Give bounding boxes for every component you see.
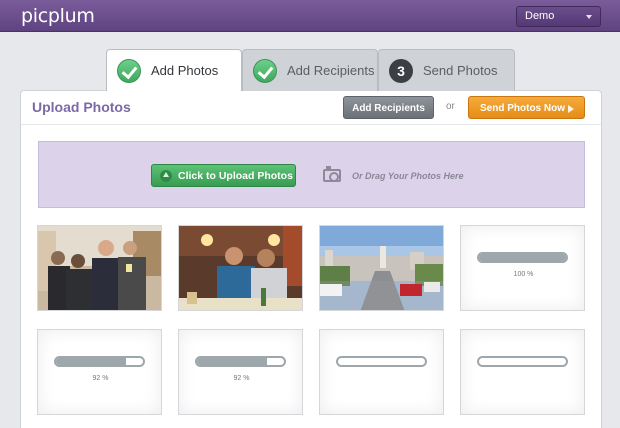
top-bar: picplum Demo	[0, 0, 620, 32]
drag-hint: Or Drag Your Photos Here	[352, 171, 464, 181]
upload-button-label: Click to Upload Photos	[178, 170, 293, 182]
photo-thumbnail[interactable]	[37, 225, 162, 311]
upload-progress-bar	[54, 356, 145, 367]
photo-upload-placeholder: 92 %	[178, 329, 303, 415]
send-button-label: Send Photos Now	[480, 103, 565, 114]
tab-send-photos[interactable]: 3 Send Photos	[378, 49, 515, 91]
check-icon	[253, 58, 277, 83]
upload-progress-text: 100 %	[513, 271, 534, 278]
tab-label: Add Photos	[151, 63, 219, 78]
divider	[21, 124, 601, 125]
tab-add-photos[interactable]: Add Photos	[106, 49, 242, 91]
photo-thumbnail[interactable]	[319, 225, 444, 311]
upload-progress-bar	[477, 252, 568, 263]
user-menu-label: Demo	[525, 10, 555, 22]
play-arrow-icon	[568, 105, 574, 113]
add-recipients-button[interactable]: Add Recipients	[343, 96, 434, 119]
group-photo-image	[38, 226, 161, 310]
chevron-down-icon	[586, 15, 592, 19]
photo-upload-placeholder	[319, 329, 444, 415]
photo-upload-placeholder	[460, 329, 585, 415]
street-photo-image	[320, 226, 443, 310]
upload-photos-button[interactable]: Click to Upload Photos	[151, 164, 296, 187]
page-title: Upload Photos	[32, 99, 131, 115]
upload-progress-bar	[477, 356, 568, 367]
upload-progress-bar	[336, 356, 427, 367]
camera-icon	[323, 166, 341, 182]
check-icon	[117, 58, 141, 83]
user-menu[interactable]: Demo	[516, 6, 601, 27]
upload-panel: Upload Photos Add Recipients or Send Pho…	[20, 90, 602, 428]
photo-drop-zone[interactable]: Click to Upload Photos Or Drag Your Phot…	[38, 141, 585, 208]
upload-progress-bar	[195, 356, 286, 367]
upload-progress-text: 92 %	[92, 375, 109, 382]
photo-upload-placeholder: 100 %	[460, 225, 585, 311]
photo-thumbnail[interactable]	[178, 225, 303, 311]
or-separator: or	[446, 101, 455, 112]
upload-arrow-icon	[160, 170, 172, 182]
restaurant-photo-image	[179, 226, 302, 310]
photo-upload-placeholder: 92 %	[37, 329, 162, 415]
send-photos-now-button[interactable]: Send Photos Now	[468, 96, 585, 119]
step-number-badge: 3	[389, 58, 413, 83]
tab-label: Send Photos	[423, 63, 498, 78]
app-logo[interactable]: picplum	[21, 5, 95, 27]
tab-label: Add Recipients	[287, 63, 375, 78]
tab-add-recipients[interactable]: Add Recipients	[242, 49, 378, 91]
upload-progress-text: 92 %	[233, 375, 250, 382]
